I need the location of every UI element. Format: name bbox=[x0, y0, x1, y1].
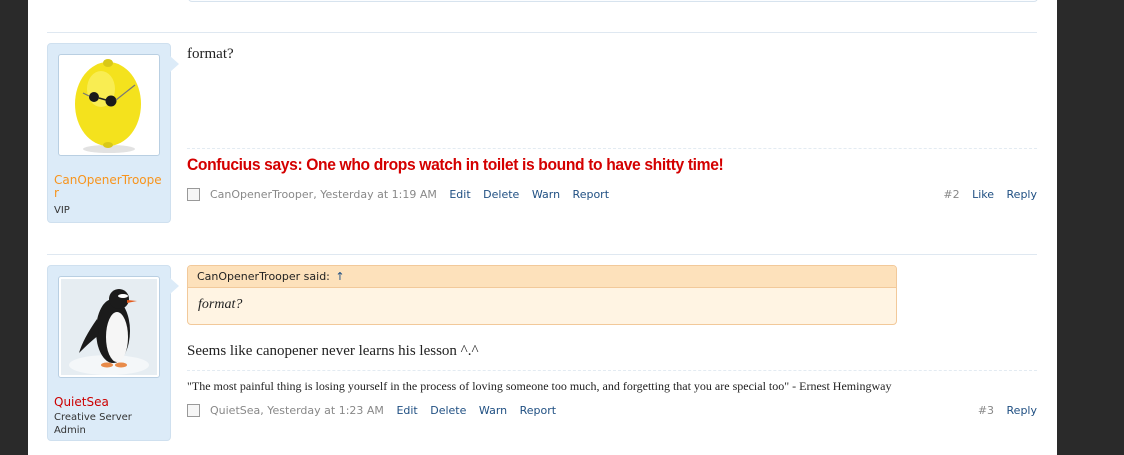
report-link[interactable]: Report bbox=[520, 404, 556, 417]
user-title: VIP bbox=[54, 205, 70, 216]
avatar[interactable] bbox=[58, 276, 160, 378]
quote-box: CanOpenerTrooper said: ↑ format? bbox=[187, 265, 897, 325]
post-time[interactable]: Yesterday at 1:23 AM bbox=[267, 404, 384, 417]
message-text: Seems like canopener never learns his le… bbox=[187, 343, 479, 359]
post-number[interactable]: #2 bbox=[943, 188, 959, 201]
userblock-arrow bbox=[170, 56, 179, 72]
user-title-admin: Admin bbox=[54, 425, 86, 436]
username-link[interactable]: QuietSea bbox=[54, 396, 164, 409]
edit-link[interactable]: Edit bbox=[449, 188, 470, 201]
user-title: Creative Server bbox=[54, 412, 132, 423]
message-text: format? bbox=[187, 46, 234, 62]
post-separator bbox=[47, 32, 1037, 33]
penguin-avatar-icon bbox=[61, 279, 157, 375]
avatar[interactable] bbox=[58, 54, 160, 156]
select-post-checkbox[interactable] bbox=[187, 404, 200, 417]
edit-link[interactable]: Edit bbox=[396, 404, 417, 417]
post-separator bbox=[47, 254, 1037, 255]
post-author[interactable]: CanOpenerTrooper bbox=[210, 188, 313, 201]
message-user-info: CanOpenerTrooper VIP bbox=[47, 43, 179, 223]
thread-page: CanOpenerTrooper VIP format? Confucius s… bbox=[28, 0, 1057, 455]
previous-post-edge bbox=[188, 0, 1038, 2]
signature-divider bbox=[187, 370, 1037, 371]
jump-to-quote-icon[interactable]: ↑ bbox=[335, 270, 344, 283]
lemon-avatar-icon bbox=[61, 57, 157, 153]
report-link[interactable]: Report bbox=[573, 188, 609, 201]
message-meta: QuietSea, Yesterday at 1:23 AM Edit Dele… bbox=[187, 403, 1037, 419]
like-link[interactable]: Like bbox=[972, 188, 994, 201]
signature: "The most painful thing is losing yourse… bbox=[187, 379, 892, 393]
quote-author: CanOpenerTrooper said: bbox=[197, 270, 330, 283]
delete-link[interactable]: Delete bbox=[430, 404, 466, 417]
reply-link[interactable]: Reply bbox=[1007, 404, 1037, 417]
post-author[interactable]: QuietSea bbox=[210, 404, 260, 417]
warn-link[interactable]: Warn bbox=[479, 404, 507, 417]
post-number[interactable]: #3 bbox=[978, 404, 994, 417]
message-meta: CanOpenerTrooper, Yesterday at 1:19 AM E… bbox=[187, 187, 1037, 203]
userblock-arrow bbox=[170, 278, 179, 294]
message-user-info: QuietSea Creative Server Admin bbox=[47, 265, 179, 441]
delete-link[interactable]: Delete bbox=[483, 188, 519, 201]
username-link[interactable]: CanOpenerTrooper bbox=[54, 174, 164, 200]
signature-divider bbox=[187, 148, 1037, 149]
post-time[interactable]: Yesterday at 1:19 AM bbox=[320, 188, 437, 201]
signature: Confucius says: One who drops watch in t… bbox=[187, 155, 724, 174]
select-post-checkbox[interactable] bbox=[187, 188, 200, 201]
warn-link[interactable]: Warn bbox=[532, 188, 560, 201]
left-dark-gutter bbox=[0, 0, 28, 455]
right-dark-gutter bbox=[1057, 0, 1124, 455]
quote-attribution: CanOpenerTrooper said: ↑ bbox=[188, 266, 896, 288]
quote-text: format? bbox=[198, 297, 243, 312]
reply-link[interactable]: Reply bbox=[1007, 188, 1037, 201]
